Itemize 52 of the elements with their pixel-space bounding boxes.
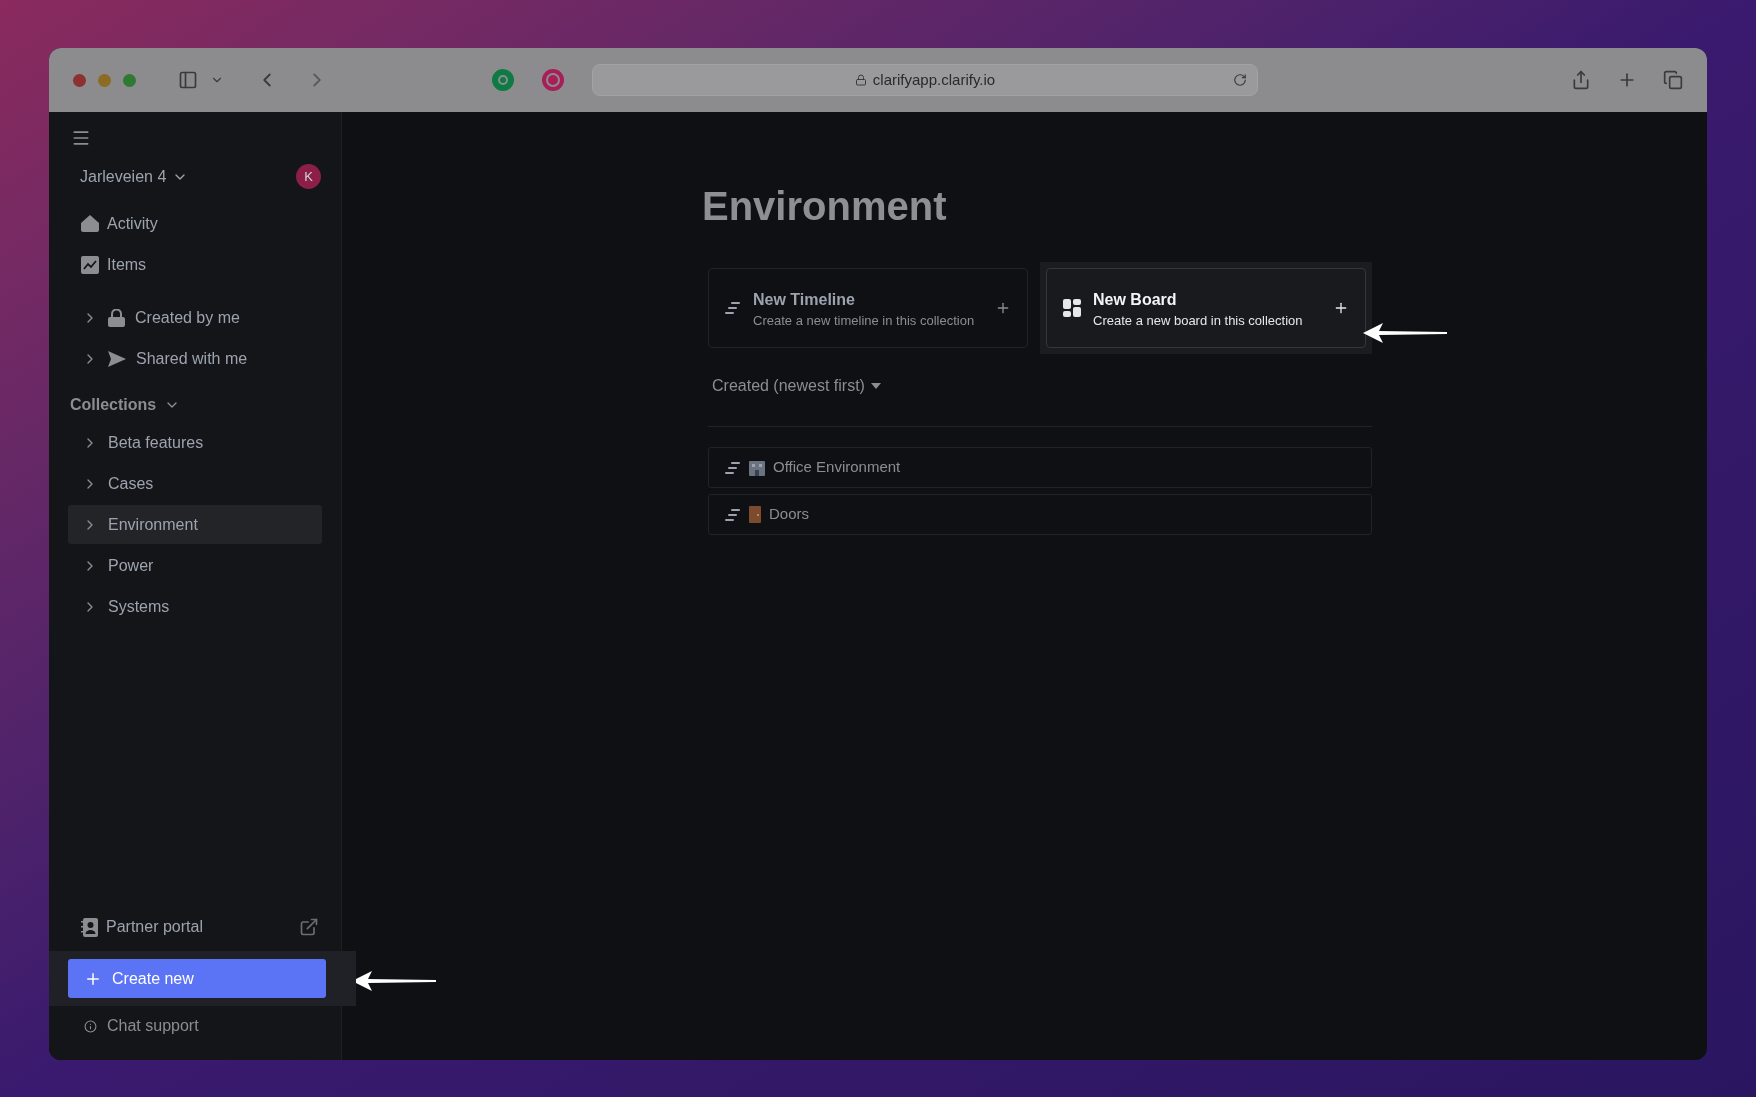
caret-down-icon: [870, 383, 881, 389]
timeline-icon: [725, 301, 741, 315]
sidebar-item[interactable]: Shared with me: [49, 338, 341, 379]
url-text: clarifyapp.clarify.io: [872, 69, 996, 90]
close-window-icon[interactable]: [73, 73, 86, 87]
contact-card-icon: [81, 917, 98, 937]
collections-heading[interactable]: Collections: [49, 393, 341, 417]
sidebar-item[interactable]: Created by me: [49, 297, 341, 338]
sort-dropdown[interactable]: Created (newest first): [712, 374, 881, 398]
collection-item[interactable]: Cases: [68, 464, 322, 503]
sidebar-item[interactable]: Items: [49, 244, 341, 285]
lock-icon: [854, 74, 867, 86]
tabs-overview-icon[interactable]: [1663, 70, 1683, 90]
annotation-arrow-icon: [1363, 322, 1447, 344]
board-icon: [1063, 299, 1081, 317]
sidebar-item[interactable]: Activity: [49, 203, 341, 244]
door-icon: [749, 506, 761, 523]
add-icon[interactable]: [1333, 300, 1349, 316]
building-icon: [749, 459, 765, 476]
add-icon[interactable]: [995, 300, 1011, 316]
address-bar[interactable]: clarifyapp.clarify.io: [592, 64, 1258, 96]
lock-icon: [108, 308, 125, 327]
send-icon: [108, 350, 126, 367]
card-description: Create a new timeline in this collection: [753, 311, 976, 329]
page-title: Environment: [702, 186, 948, 226]
card-description: Create a new board in this collection: [1093, 311, 1304, 329]
collection-item[interactable]: Systems: [68, 587, 322, 626]
list-row[interactable]: Doors: [708, 494, 1372, 535]
external-link-icon[interactable]: [299, 917, 319, 937]
create-card[interactable]: New Board Create a new board in this collection: [1046, 268, 1366, 348]
collection-item[interactable]: Beta features: [68, 423, 322, 462]
chat-support-link[interactable]: Chat support: [107, 1014, 199, 1038]
workspace-selector[interactable]: Jarleveien 4: [80, 164, 189, 189]
chart-icon: [81, 255, 99, 274]
card-title: New Timeline: [753, 289, 856, 310]
card-title: New Board: [1093, 289, 1178, 310]
menu-icon[interactable]: [71, 128, 91, 148]
list-row[interactable]: Office Environment: [708, 447, 1372, 488]
home-icon: [81, 215, 99, 232]
create-card[interactable]: New Timeline Create a new timeline in this collection: [708, 268, 1028, 348]
collection-item[interactable]: Environment: [68, 505, 322, 544]
extension-icon[interactable]: [542, 69, 564, 91]
avatar[interactable]: K: [296, 164, 321, 189]
reload-icon[interactable]: [1233, 73, 1247, 87]
info-icon: [84, 1019, 97, 1033]
partner-portal-link[interactable]: Partner portal: [106, 915, 203, 939]
share-icon[interactable]: [1571, 70, 1591, 90]
timeline-icon: [725, 460, 741, 475]
create-new-button[interactable]: Create new: [68, 959, 326, 998]
sidebar-toggle-icon[interactable]: [178, 70, 198, 90]
collection-item[interactable]: Power: [68, 546, 322, 585]
timeline-icon: [725, 507, 741, 522]
